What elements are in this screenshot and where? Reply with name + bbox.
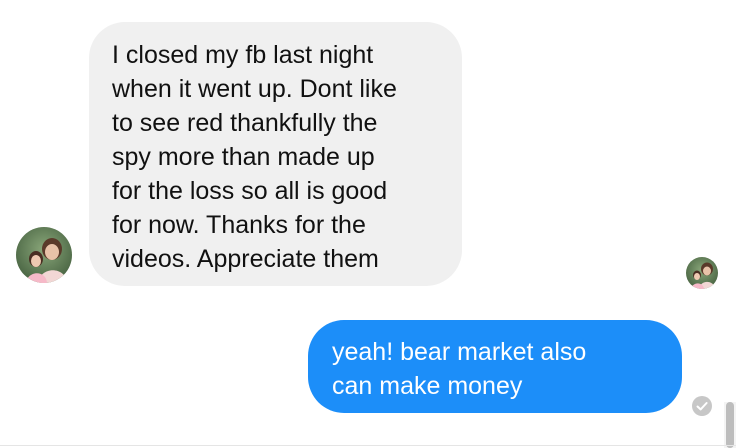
- outgoing-message-bubble[interactable]: yeah! bear market also can make money: [308, 320, 682, 413]
- incoming-message-bubble[interactable]: I closed my fb last night when it went u…: [89, 22, 462, 286]
- scrollbar-thumb[interactable]: [726, 402, 734, 448]
- divider: [0, 445, 736, 446]
- scrollbar[interactable]: [724, 402, 736, 448]
- delivered-check-icon: [692, 396, 712, 416]
- person-photo-icon: [686, 257, 718, 289]
- person-photo-icon: [16, 227, 72, 283]
- chat-thread: I closed my fb last night when it went u…: [0, 0, 736, 448]
- contact-avatar[interactable]: [16, 227, 72, 283]
- seen-by-avatar: [686, 257, 718, 289]
